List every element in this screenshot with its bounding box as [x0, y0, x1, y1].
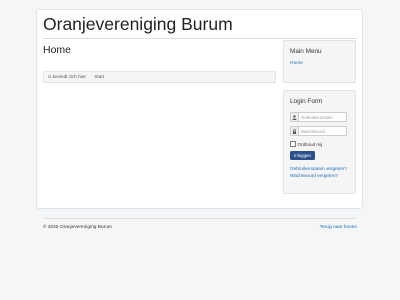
- breadcrumb-current: Start: [94, 74, 105, 79]
- remember-me[interactable]: Onthoud mij: [290, 141, 322, 147]
- footer-copyright: © 2025 Oranjevereniging Burum: [43, 225, 112, 230]
- main-menu-panel: Main Menu Home: [283, 40, 356, 83]
- main-menu-title: Main Menu: [290, 48, 322, 55]
- menu-item-home[interactable]: Home: [290, 61, 303, 66]
- breadcrumb: U bevindt zich hier: Start: [43, 71, 276, 83]
- header-divider: [43, 38, 357, 39]
- forgot-username-link[interactable]: Gebruikersnaam vergeten?: [290, 166, 347, 171]
- remember-label: Onthoud mij: [297, 141, 323, 147]
- site-title: Oranjevereniging Burum: [43, 14, 233, 34]
- password-input[interactable]: [299, 126, 347, 136]
- breadcrumb-prefix: U bevindt zich hier:: [48, 74, 88, 79]
- user-icon: [290, 112, 299, 122]
- footer-divider: [43, 218, 357, 219]
- forgot-password-link[interactable]: Wachtwoord vergeten?: [290, 173, 338, 178]
- remember-checkbox[interactable]: [290, 141, 296, 147]
- username-input[interactable]: [299, 112, 347, 122]
- username-row: [290, 112, 347, 122]
- password-row: [290, 126, 347, 136]
- back-to-top-link[interactable]: Terug naar boven: [320, 225, 357, 230]
- login-form-title: Login Form: [290, 98, 323, 105]
- page-title: Home: [43, 44, 72, 56]
- login-form-panel: Login Form Onthoud mij Inloggen Gebruike…: [283, 90, 356, 194]
- lock-icon: [290, 126, 299, 136]
- login-button[interactable]: Inloggen: [290, 151, 315, 160]
